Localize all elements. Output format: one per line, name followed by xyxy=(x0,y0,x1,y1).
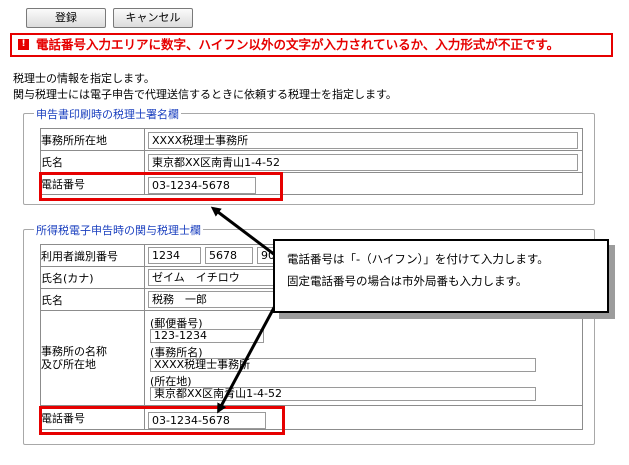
callout-line-2: 固定電話番号の場合は市外局番も入力します。 xyxy=(287,274,528,288)
arrow-to-phone-1 xyxy=(210,206,276,257)
callout-line-1: 電話番号は「-（ハイフン）」を付けて入力します。 xyxy=(287,252,549,266)
arrow-to-phone-2 xyxy=(217,303,278,414)
phone-input-callout: 電話番号は「-（ハイフン）」を付けて入力します。 固定電話番号の場合は市外局番も… xyxy=(273,239,609,313)
callout-arrows xyxy=(210,206,278,414)
